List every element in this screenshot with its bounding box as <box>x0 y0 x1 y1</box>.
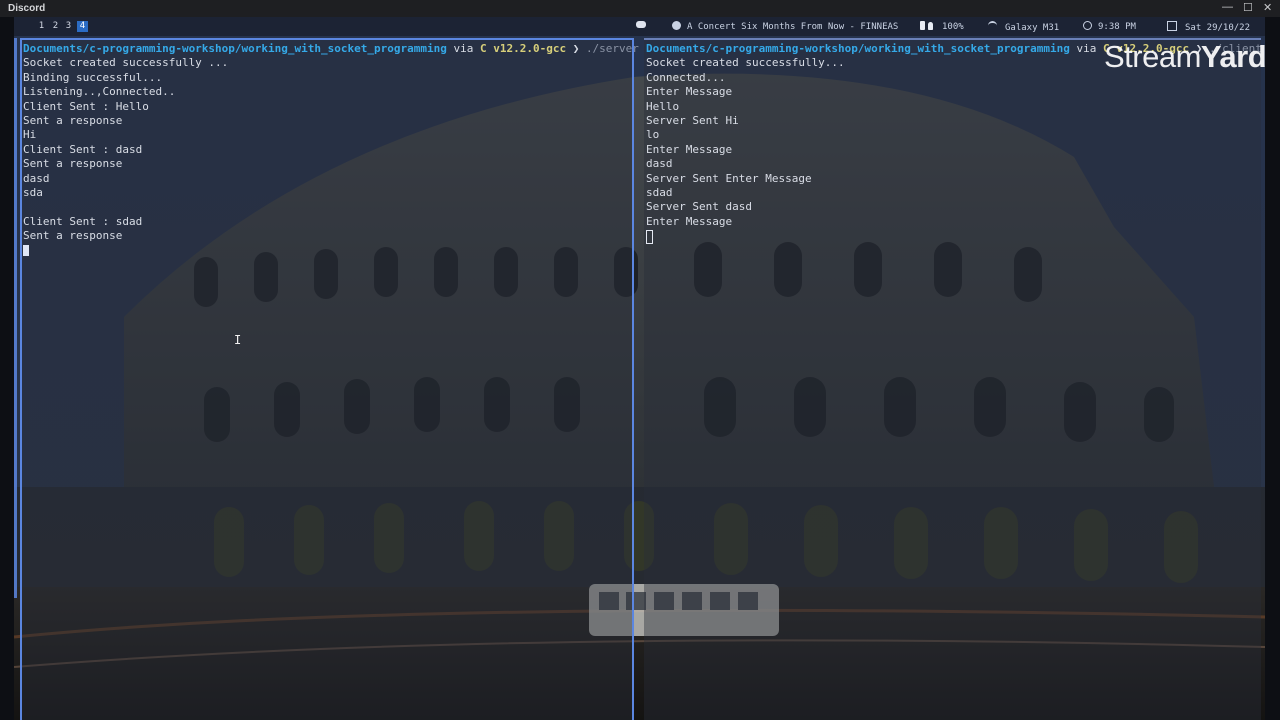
terminal-line: sdad <box>646 186 673 199</box>
network-status[interactable]: Galaxy M31 <box>988 21 1059 33</box>
discord-tray-icon[interactable] <box>636 21 646 31</box>
terminal-line: Sent a response <box>23 114 123 127</box>
terminal-line: Client Sent : dasd <box>23 142 143 156</box>
terminal-line: Server Sent dasd <box>646 200 752 214</box>
now-playing[interactable]: A Concert Six Months From Now - FINNEAS <box>672 21 898 32</box>
prompt-command: ./server <box>585 42 639 55</box>
terminal-line: Connected... <box>646 70 726 84</box>
battery-status[interactable]: 100% <box>920 21 964 32</box>
maximize-icon[interactable]: ☐ <box>1243 1 1253 14</box>
prompt-path: Documents/c-programming-workshop/working… <box>646 42 1070 55</box>
terminal-line: Socket created successfully ... <box>23 56 229 70</box>
terminal-cursor <box>646 230 653 244</box>
workspace-1[interactable]: 1 <box>36 21 47 32</box>
date-text: Sat 29/10/22 <box>1185 23 1251 33</box>
workspace-3[interactable]: 3 <box>63 21 74 32</box>
terminal-line: Server Sent Hi <box>646 114 739 127</box>
mouse-ibeam-cursor: I <box>234 333 242 347</box>
terminal-line: Server Sent Enter Message <box>646 171 812 185</box>
spotify-icon <box>672 21 681 30</box>
clock-icon <box>1083 21 1092 30</box>
terminal-line: Sent a response <box>23 229 123 243</box>
prompt-via: via <box>453 42 474 55</box>
left-accent-bar <box>14 38 17 598</box>
now-playing-text: A Concert Six Months From Now - FINNEAS <box>687 22 899 32</box>
terminal-line: Hi <box>23 128 37 142</box>
wifi-icon <box>988 21 997 30</box>
streamyard-logo: StreamYard <box>1104 39 1265 75</box>
calendar[interactable]: Sat 29/10/22 <box>1167 21 1250 33</box>
minimize-icon[interactable]: — <box>1222 1 1233 13</box>
streamyard-logo-part1: Stream <box>1104 39 1201 74</box>
prompt-arrow: ❯ <box>572 42 580 55</box>
terminal-line: Socket created successfully... <box>646 56 845 70</box>
terminal-line: Binding successful... <box>23 70 163 84</box>
prompt-path: Documents/c-programming-workshop/working… <box>23 42 447 55</box>
prompt-lang: C v12.2.0-gcc <box>479 42 567 55</box>
window-titlebar: Discord — ☐ ✕ <box>0 0 1280 17</box>
calendar-icon <box>1167 21 1177 31</box>
workspace-2[interactable]: 2 <box>50 21 61 32</box>
close-icon[interactable]: ✕ <box>1263 1 1272 14</box>
terminal-line: Enter Message <box>646 85 733 99</box>
desktop: 1 2 3 4 A Concert Six Months From Now - … <box>14 17 1265 720</box>
network-text: Galaxy M31 <box>1005 23 1060 33</box>
clock[interactable]: 9:38 PM <box>1083 21 1136 32</box>
terminal-cursor <box>23 245 29 256</box>
terminal-line: Client Sent : Hello <box>23 99 149 113</box>
time-text: 9:38 PM <box>1098 22 1136 32</box>
terminal-line: Enter Message <box>646 214 733 228</box>
battery-text: 100% <box>942 22 964 32</box>
terminal-line: dasd <box>23 171 50 185</box>
window-title: Discord <box>8 3 46 14</box>
lightbulb-icon <box>928 22 933 30</box>
terminal-pane-server[interactable]: Documents/c-programming-workshop/working… <box>20 38 639 720</box>
top-status-bar: 1 2 3 4 A Concert Six Months From Now - … <box>14 17 1265 36</box>
prompt-line: Documents/c-programming-workshop/working… <box>23 42 639 56</box>
terminal-line: Hello <box>646 99 680 113</box>
streamyard-logo-part2: Yard <box>1200 39 1265 74</box>
terminal-line: Listening..,Connected.. <box>23 85 176 99</box>
terminal-line: sda <box>23 186 43 199</box>
terminal-line: Sent a response <box>23 157 123 171</box>
battery-icon <box>920 21 925 30</box>
terminal-line: Enter Message <box>646 142 733 156</box>
terminal-pane-client[interactable]: Documents/c-programming-workshop/working… <box>644 38 1262 720</box>
prompt-via: via <box>1076 42 1097 55</box>
workspace-4[interactable]: 4 <box>77 21 88 32</box>
terminal-line: dasd <box>646 157 673 171</box>
terminal-line: lo <box>646 128 660 142</box>
terminal-line: Client Sent : sdad <box>23 214 143 228</box>
